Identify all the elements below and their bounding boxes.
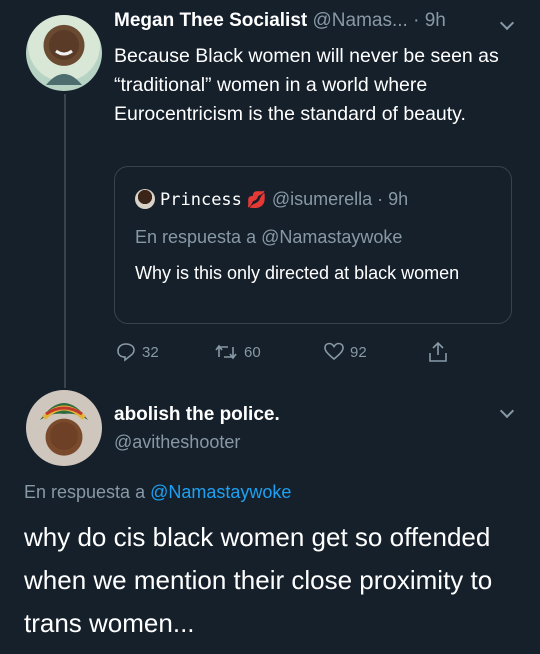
retweet-count: 60 <box>244 343 261 361</box>
reply-action[interactable]: 32 <box>116 340 159 364</box>
tweet2-reply-context: En respuesta a @Namastaywoke <box>24 482 291 503</box>
avatar-megan-illustration <box>46 30 82 85</box>
quoted-display-name: Princess <box>160 190 242 210</box>
tweet1-display-name[interactable]: Megan Thee Socialist <box>114 10 307 31</box>
reply-icon <box>117 343 135 362</box>
retweet-icon <box>215 344 237 360</box>
tweet2-reply-handle-link[interactable]: @Namastaywoke <box>150 482 291 502</box>
tweet1-header: Megan Thee Socialist @Namas... · 9h <box>114 10 446 32</box>
quoted-tweet-header: Princess 💋 @isumerella · 9h <box>135 189 408 210</box>
avatar-megan[interactable] <box>26 15 102 91</box>
avatar-abolish-illustration <box>40 403 88 450</box>
quoted-reply-prefix: En respuesta a <box>135 227 262 247</box>
like-count: 92 <box>350 343 367 361</box>
avatar-princess <box>135 189 155 209</box>
quoted-tweet-text: Why is this only directed at black women <box>135 263 460 283</box>
avatar-abolish[interactable] <box>26 390 102 466</box>
like-action[interactable]: 92 <box>324 340 367 364</box>
retweet-action[interactable]: 60 <box>214 340 261 364</box>
quoted-tweet-card[interactable]: Princess 💋 @isumerella · 9h En respuesta… <box>114 166 512 324</box>
tweet2-handle[interactable]: @avitheshooter <box>114 432 240 453</box>
quoted-reply-handle: @Namastaywoke <box>261 227 403 247</box>
quoted-handle-time: @isumerella · 9h <box>271 189 409 209</box>
share-icon <box>429 341 447 362</box>
share-action[interactable] <box>428 340 448 364</box>
thread-connector-line <box>64 94 66 388</box>
tweet2-chevron-down-icon[interactable] <box>499 403 515 419</box>
tweet1-text: Because Black women will never be seen a… <box>114 45 499 125</box>
tweet2-text: why do cis black women get so offended w… <box>24 522 493 638</box>
tweet2-display-name[interactable]: abolish the police. <box>114 404 280 426</box>
kiss-emoji-icon: 💋 <box>246 192 267 209</box>
quoted-reply-context: En respuesta a @Namastaywoke <box>135 227 402 248</box>
heart-icon <box>324 342 344 361</box>
tweet1-chevron-down-icon[interactable] <box>499 15 515 31</box>
tweet1-handle-time[interactable]: @Namas... · 9h <box>313 10 446 31</box>
tweet2-reply-prefix: En respuesta a <box>24 482 151 502</box>
reply-count: 32 <box>142 343 159 361</box>
